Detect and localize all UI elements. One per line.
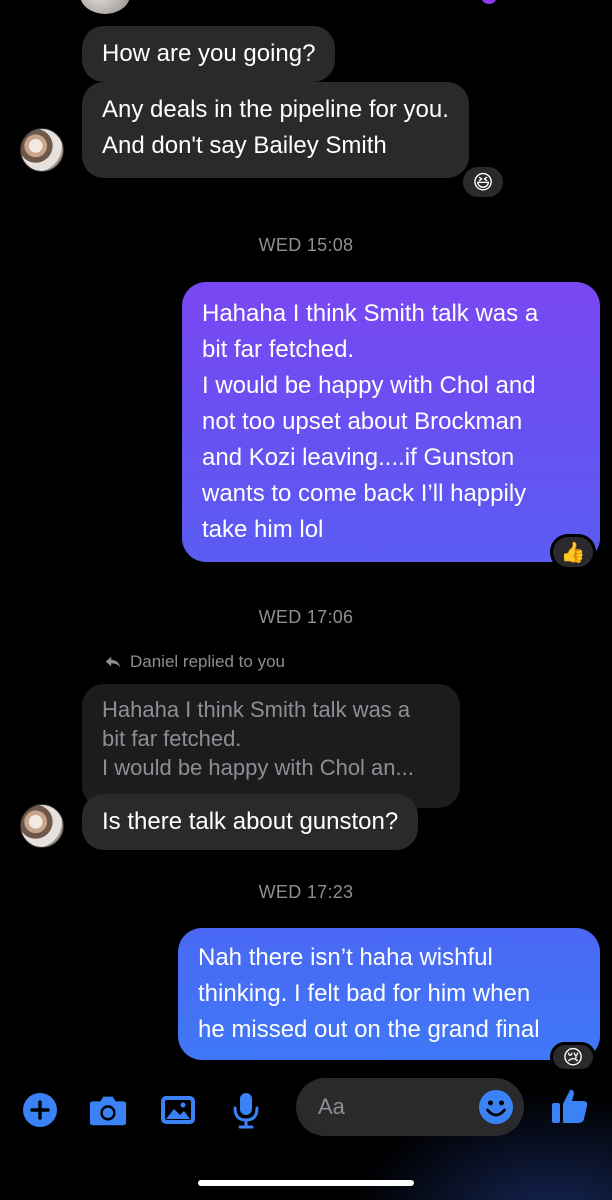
message-text: Hahaha I think Smith talk was a [202, 300, 539, 327]
message-composer [0, 1074, 612, 1144]
image-icon[interactable] [158, 1090, 198, 1130]
timestamp: WED 15:08 [258, 235, 354, 255]
camera-icon[interactable] [88, 1090, 128, 1130]
message-text: take him lol [202, 516, 324, 543]
outgoing-message[interactable]: Hahaha I think Smith talk was a bit far … [182, 282, 600, 562]
reply-arrow-icon [105, 656, 121, 668]
quoted-text: bit far fetched. [102, 726, 242, 751]
incoming-message[interactable]: Is there talk about gunston? [82, 794, 419, 850]
message-text: he missed out on the grand final [198, 1016, 540, 1043]
thumbs-up-emoji-icon: 👍 [560, 541, 586, 564]
chat-screen: How are you going? Any deals in the pipe… [0, 0, 612, 1200]
message-text: and Kozi leaving....if Gunston [202, 444, 515, 471]
outgoing-message[interactable]: Nah there isn’t haha wishful thinking. I… [178, 928, 600, 1060]
contact-avatar[interactable] [20, 804, 64, 848]
incoming-message[interactable]: Any deals in the pipeline for you. And d… [82, 82, 469, 178]
contact-avatar-partial [80, 0, 130, 14]
message-reaction[interactable]: 😢 [550, 1042, 596, 1072]
quoted-text: I would be happy with Chol an... [102, 755, 414, 780]
message-text: Is there talk about gunston? [102, 808, 399, 835]
reply-note-text: Daniel replied to you [130, 652, 285, 671]
message-text: Nah there isn’t haha wishful [198, 944, 493, 971]
message-text: I would be happy with Chol and [202, 372, 536, 399]
thumbs-up-icon[interactable] [550, 1086, 590, 1126]
message-text: How are you going? [102, 40, 316, 67]
timestamp: WED 17:06 [258, 607, 354, 627]
message-text: thinking. I felt bad for him when [198, 980, 531, 1007]
message-text: wants to come back I’ll happily [202, 480, 527, 507]
quoted-message[interactable]: Hahaha I think Smith talk was a bit far … [82, 684, 460, 808]
message-text: Any deals in the pipeline for you. [102, 96, 449, 123]
reply-note: Daniel replied to you [104, 652, 285, 672]
message-reaction[interactable]: 😆 [460, 164, 506, 200]
incoming-message[interactable]: How are you going? [82, 26, 336, 82]
home-indicator[interactable] [198, 1180, 414, 1186]
laughing-emoji-icon: 😆 [472, 171, 494, 194]
plus-icon[interactable] [20, 1090, 60, 1130]
read-indicator-dot [482, 0, 496, 4]
sad-emoji-icon: 😢 [562, 1047, 584, 1069]
quoted-text: Hahaha I think Smith talk was a [102, 697, 411, 722]
message-text: not too upset about Brockman [202, 408, 523, 435]
emoji-icon[interactable] [478, 1089, 514, 1125]
timestamp: WED 17:23 [258, 882, 354, 902]
message-text: And don't say Bailey Smith [102, 132, 387, 159]
contact-avatar[interactable] [20, 128, 64, 172]
microphone-icon[interactable] [226, 1090, 266, 1130]
message-reaction[interactable]: 👍 [550, 534, 596, 570]
message-text: bit far fetched. [202, 336, 355, 363]
message-input-container[interactable] [296, 1078, 524, 1136]
message-input[interactable] [318, 1078, 478, 1136]
